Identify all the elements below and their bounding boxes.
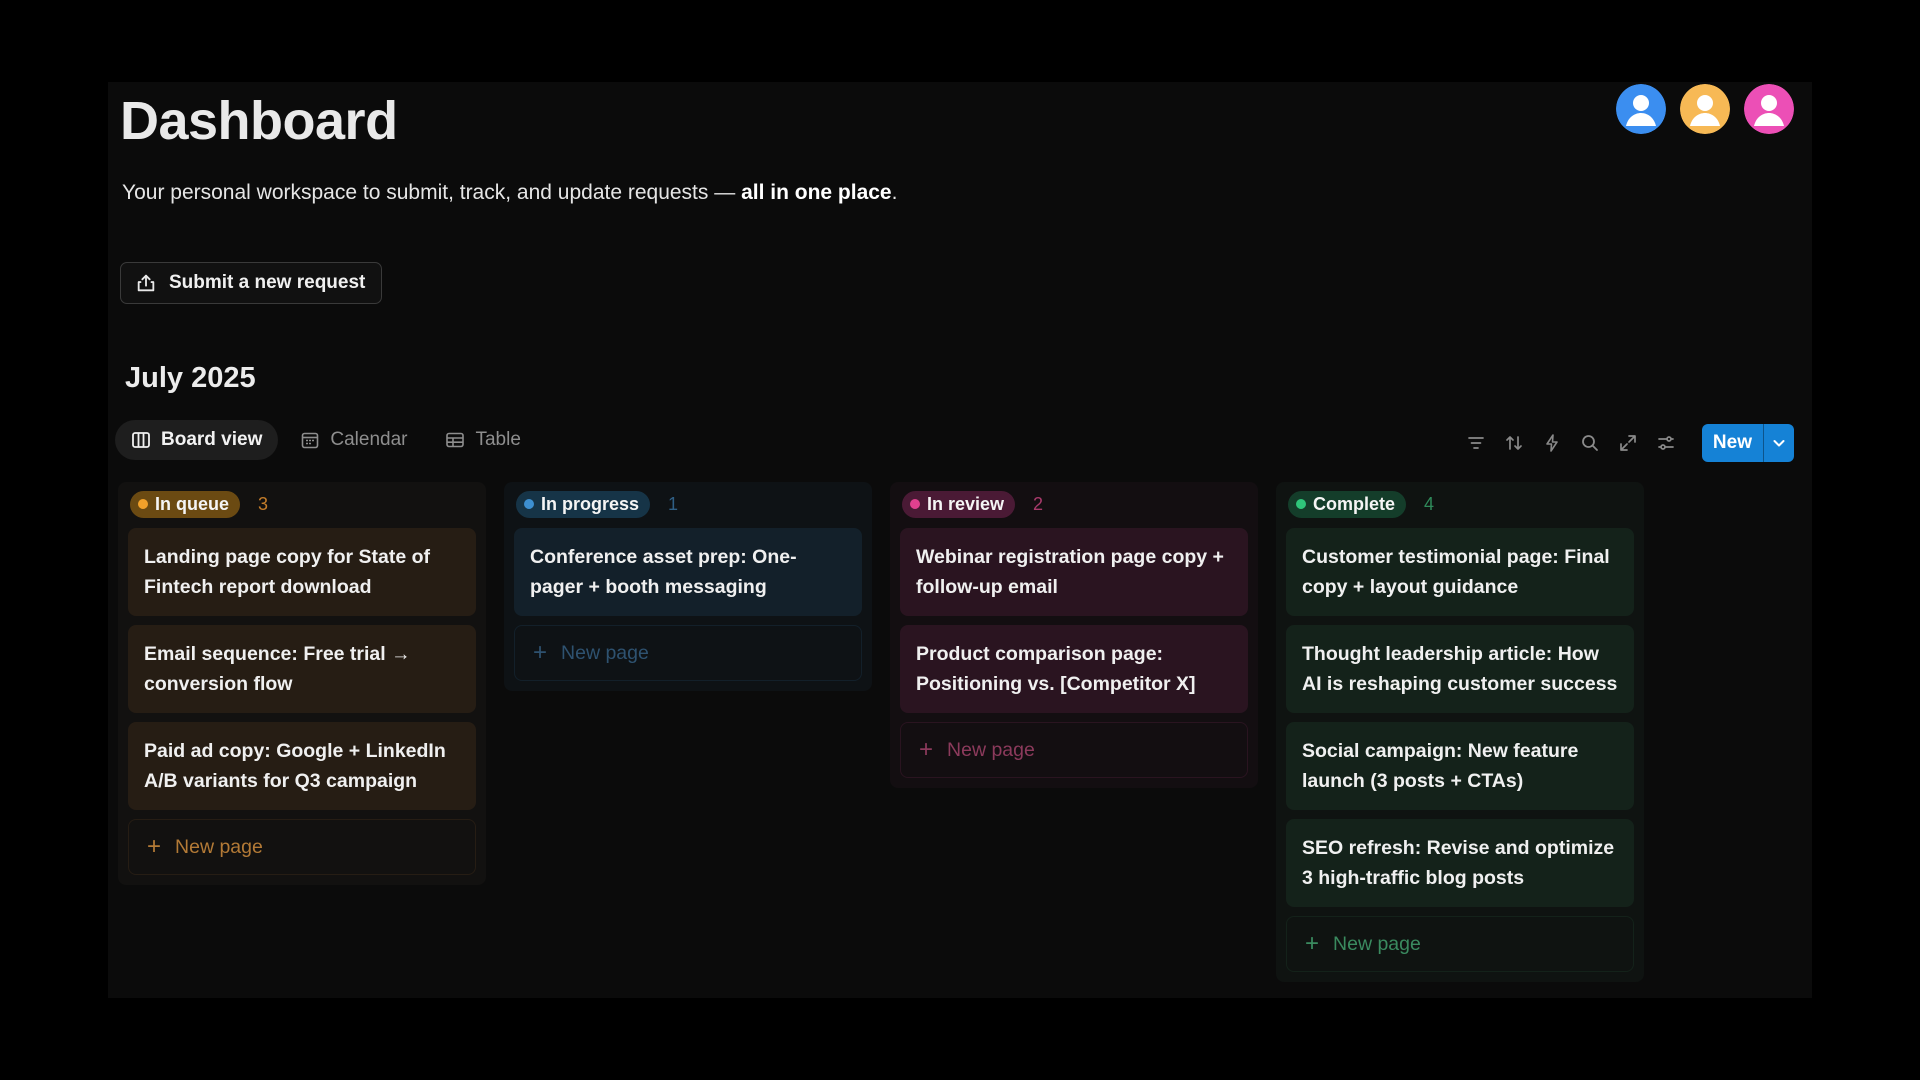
subtitle-text: Your personal workspace to submit, track… — [122, 181, 742, 204]
status-label: In queue — [155, 493, 230, 514]
upload-icon — [137, 274, 155, 292]
subtitle-emphasis: all in one place — [741, 181, 892, 204]
new-page-button[interactable]: + New page — [900, 722, 1248, 778]
status-badge[interactable]: Complete — [1288, 490, 1407, 518]
new-dropdown-button[interactable] — [1763, 424, 1794, 462]
page-subtitle: Your personal workspace to submit, track… — [122, 181, 897, 205]
calendar-icon — [302, 432, 319, 449]
board-card[interactable]: Landing page copy for State of Fintech r… — [128, 528, 476, 616]
plus-icon: + — [1305, 930, 1320, 957]
new-page-button[interactable]: + New page — [514, 625, 862, 681]
user-icon — [1744, 84, 1794, 134]
subtitle-suffix: . — [891, 181, 898, 204]
column-header: In review 2 — [900, 490, 1248, 518]
board-card[interactable]: Webinar registration page copy + follow-… — [900, 528, 1248, 616]
status-label: In progress — [541, 493, 640, 514]
board-column: Complete 4 Customer testimonial page: Fina… — [1276, 482, 1644, 982]
new-page-label: New page — [947, 738, 1035, 761]
status-dot-icon — [138, 499, 148, 509]
status-badge[interactable]: In review — [902, 490, 1016, 518]
avatar[interactable] — [1616, 84, 1666, 134]
board-card[interactable]: Thought leadership article: How AI is re… — [1286, 625, 1634, 713]
board-icon — [132, 432, 150, 448]
automation-icon[interactable] — [1542, 433, 1562, 453]
tab-table[interactable]: Table — [429, 420, 536, 460]
status-label: Complete — [1313, 493, 1396, 514]
board-card[interactable]: Email sequence: Free trial → conversion … — [128, 625, 476, 713]
status-dot-icon — [1296, 499, 1306, 509]
kanban-board: In queue 3 Landing page copy for State of … — [118, 482, 1644, 982]
column-header: Complete 4 — [1286, 490, 1634, 518]
expand-icon[interactable] — [1618, 433, 1638, 453]
sort-icon[interactable] — [1504, 433, 1524, 453]
table-icon — [446, 432, 465, 448]
board-card[interactable]: Product comparison page: Positioning vs.… — [900, 625, 1248, 713]
filter-icon[interactable] — [1466, 433, 1486, 453]
status-badge[interactable]: In progress — [516, 490, 651, 518]
new-page-button[interactable]: + New page — [1286, 916, 1634, 972]
plus-icon: + — [919, 736, 934, 763]
month-heading: July 2025 — [125, 362, 256, 394]
board-card[interactable]: Paid ad copy: Google + LinkedIn A/B vari… — [128, 722, 476, 810]
new-page-button[interactable]: + New page — [128, 819, 476, 875]
avatar[interactable] — [1744, 84, 1794, 134]
tab-label: Table — [475, 429, 521, 450]
plus-icon: + — [533, 639, 548, 666]
tab-label: Calendar — [330, 429, 408, 450]
settings-icon[interactable] — [1656, 433, 1676, 453]
submit-request-button[interactable]: Submit a new request — [120, 262, 383, 304]
new-page-label: New page — [175, 835, 263, 858]
column-count: 2 — [1033, 493, 1044, 514]
page-title: Dashboard — [120, 91, 398, 151]
tab-label: Board view — [161, 429, 263, 450]
chevron-down-icon — [1773, 440, 1785, 447]
user-icon — [1616, 84, 1666, 134]
new-page-label: New page — [1333, 932, 1421, 955]
new-button-group: New — [1701, 424, 1794, 462]
search-icon[interactable] — [1580, 433, 1600, 453]
column-header: In queue 3 — [128, 490, 476, 518]
view-tabs: Board view Calendar Table — [115, 420, 537, 460]
board-column: In review 2 Webinar registration page copy… — [890, 482, 1258, 788]
tab-calendar[interactable]: Calendar — [284, 420, 423, 460]
user-icon — [1680, 84, 1730, 134]
dashboard-page: Dashboard Your personal workspace to sub… — [108, 82, 1812, 998]
status-dot-icon — [524, 499, 534, 509]
tab-board-view[interactable]: Board view — [115, 420, 279, 460]
avatar-group — [1616, 84, 1794, 134]
board-column: In queue 3 Landing page copy for State of … — [118, 482, 486, 885]
plus-icon: + — [147, 833, 162, 860]
column-count: 1 — [668, 493, 679, 514]
board-toolbar: New — [1466, 424, 1794, 462]
submit-request-label: Submit a new request — [169, 272, 366, 293]
new-page-label: New page — [561, 641, 649, 664]
new-button[interactable]: New — [1702, 424, 1763, 462]
column-count: 3 — [258, 493, 269, 514]
column-header: In progress 1 — [514, 490, 862, 518]
status-badge[interactable]: In queue — [130, 490, 241, 518]
board-card[interactable]: SEO refresh: Revise and optimize 3 high-… — [1286, 819, 1634, 907]
avatar[interactable] — [1680, 84, 1730, 134]
board-card[interactable]: Social campaign: New feature launch (3 p… — [1286, 722, 1634, 810]
column-count: 4 — [1424, 493, 1435, 514]
status-dot-icon — [910, 499, 920, 509]
board-card[interactable]: Conference asset prep: One-pager + booth… — [514, 528, 862, 616]
board-card[interactable]: Customer testimonial page: Final copy + … — [1286, 528, 1634, 616]
status-label: In review — [927, 493, 1005, 514]
board-column: In progress 1 Conference asset prep: One-p… — [504, 482, 872, 691]
